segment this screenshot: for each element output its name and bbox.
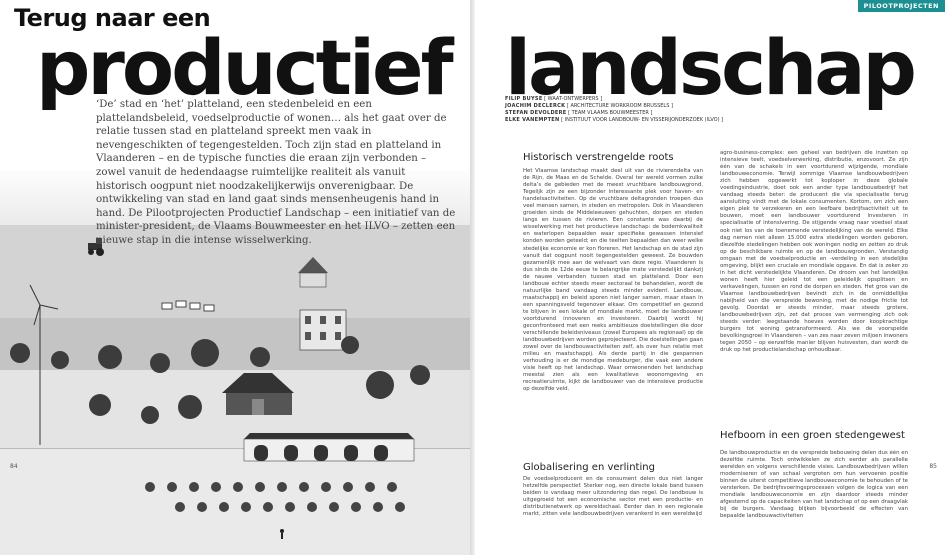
section-heading: Globalisering en verlinting xyxy=(523,462,655,473)
section-badge: PILOOTPROJECTEN xyxy=(857,0,945,12)
author-name: ELKE VANEMPTEN xyxy=(505,117,560,123)
person-icon xyxy=(280,529,284,539)
farmhouse-icon xyxy=(298,257,328,288)
barn-icon xyxy=(222,373,294,415)
author-role: [ WAAT-ONTWERPERS ] xyxy=(544,96,603,102)
villa-icon xyxy=(299,309,347,351)
author-role: [ TEAM VLAAMS BOUWMEESTER ] xyxy=(568,110,653,116)
title-line-2: productief xyxy=(36,23,454,112)
page-number-left: 84 xyxy=(10,463,18,470)
body-column: agro-business-complex: een geheel van be… xyxy=(720,150,908,425)
body-text: De landbouwproductie en de verspreide be… xyxy=(720,450,908,520)
title-line-3: landschap xyxy=(505,23,917,112)
body-column: De landbouwproductie en de verspreide be… xyxy=(720,450,908,555)
section-heading: Hefboom in een groen stedengewest xyxy=(720,430,905,441)
author-line: STEFAN DEVOLDERE [ TEAM VLAAMS BOUWMEEST… xyxy=(505,110,723,117)
author-list: FILIP BUYSE [ WAAT-ONTWERPERS ] JOACHIM … xyxy=(505,96,723,124)
farmstead-icon xyxy=(243,433,415,462)
body-column: De voedselproducent en de consument dele… xyxy=(523,476,703,555)
orchard-trees xyxy=(145,482,405,512)
author-name: STEFAN DEVOLDERE xyxy=(505,110,567,116)
author-line: JOACHIM DECLERCK [ ARCHITECTURE WORKROOM… xyxy=(505,103,723,110)
intro-paragraph: ‘De’ stad en ‘het’ platteland, een stede… xyxy=(96,99,456,246)
right-page: PILOOTPROJECTEN landschap FILIP BUYSE [ … xyxy=(475,0,945,555)
body-column: Het Vlaamse landschap maakt deel uit van… xyxy=(523,168,703,443)
author-role: [ ARCHITECTURE WORKROOM BRUSSELS ] xyxy=(566,103,673,109)
author-line: ELKE VANEMPTEN [ INSTITUUT VOOR LANDBOUW… xyxy=(505,117,723,124)
landscape-collage xyxy=(10,238,430,539)
body-text: agro-business-complex: een geheel van be… xyxy=(720,150,908,354)
author-name: JOACHIM DECLERCK xyxy=(505,103,566,109)
author-name: FILIP BUYSE xyxy=(505,96,543,102)
cows-icon xyxy=(161,300,215,312)
author-line: FILIP BUYSE [ WAAT-ONTWERPERS ] xyxy=(505,96,723,103)
left-page: Terug naar een productief ‘De’ stad en ‘… xyxy=(0,0,470,555)
tree-line xyxy=(10,336,430,424)
body-text: De voedselproducent en de consument dele… xyxy=(523,476,703,518)
page-number-right: 85 xyxy=(929,463,937,470)
body-text: Het Vlaamse landschap maakt deel uit van… xyxy=(523,168,703,393)
author-role: [ INSTITUUT VOOR LANDBOUW- EN VISSERIJON… xyxy=(561,117,724,123)
section-heading: Historisch verstrengelde roots xyxy=(523,152,674,163)
